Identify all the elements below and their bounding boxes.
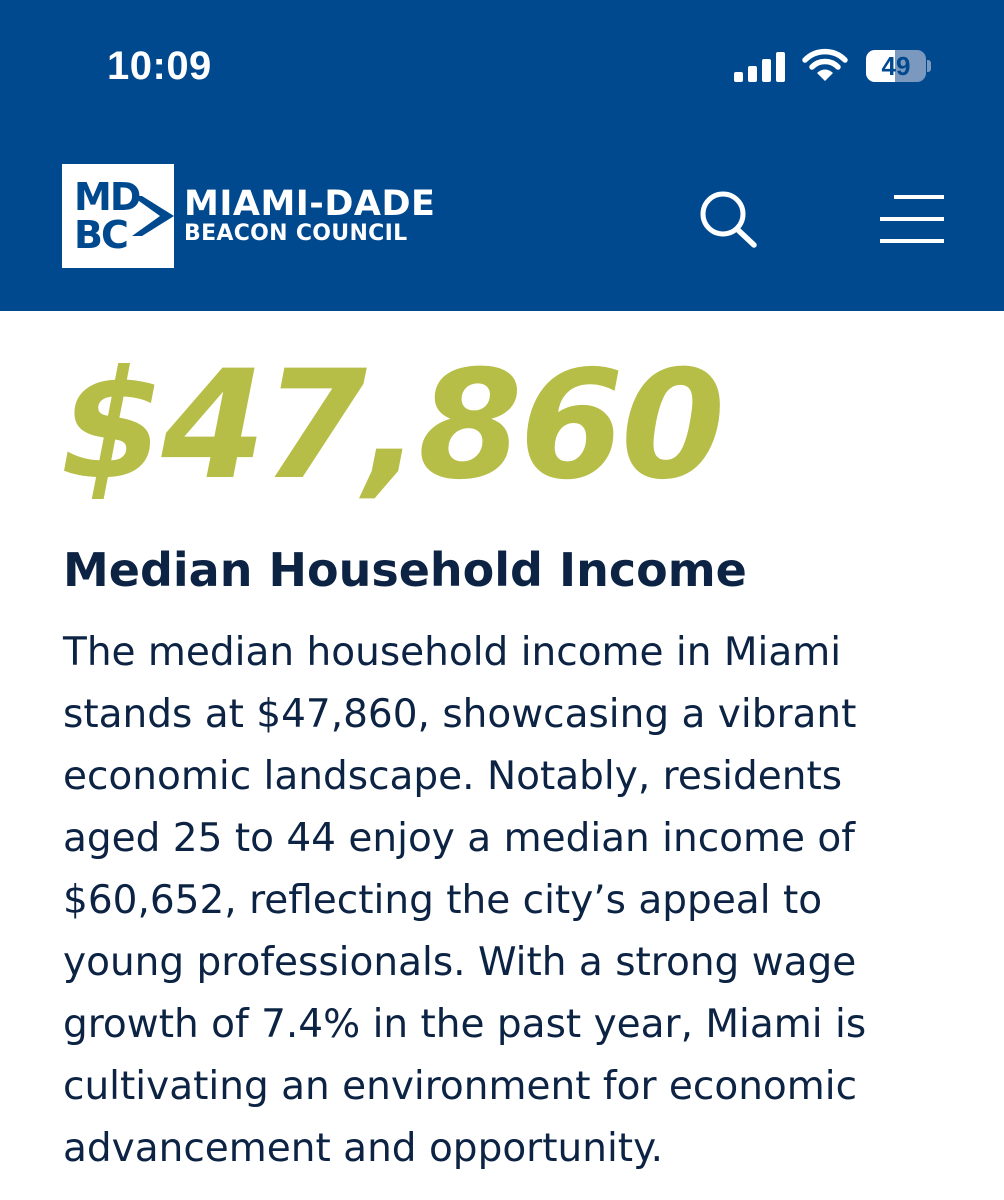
cellular-signal-icon [734,52,785,82]
median-income-value: $47,860 [60,339,725,513]
battery-level: 49 [881,51,911,81]
search-button[interactable] [696,188,760,250]
search-icon [700,191,757,248]
hamburger-menu-icon [880,195,944,243]
logo-monogram-bottom: BC [74,213,129,257]
logo-monogram-top: MD [74,175,141,219]
wifi-icon [802,48,848,81]
brand-subname[interactable]: BEACON COUNCIL [184,222,407,246]
logo-chevron-mark [132,196,174,236]
stat-title: Median Household Income [63,543,747,597]
menu-button[interactable] [876,192,946,246]
brand-name[interactable]: MIAMI-DADE [184,186,435,222]
status-time: 10:09 [107,44,212,88]
battery-icon: 49 [866,50,931,82]
stat-description: The median household income in Miami sta… [63,630,867,1171]
site-header: 10:09 49 MD BC MIAMI-DADE BEACON COUNCIL [0,0,1004,311]
mdbc-logo[interactable]: MD BC [62,164,174,268]
